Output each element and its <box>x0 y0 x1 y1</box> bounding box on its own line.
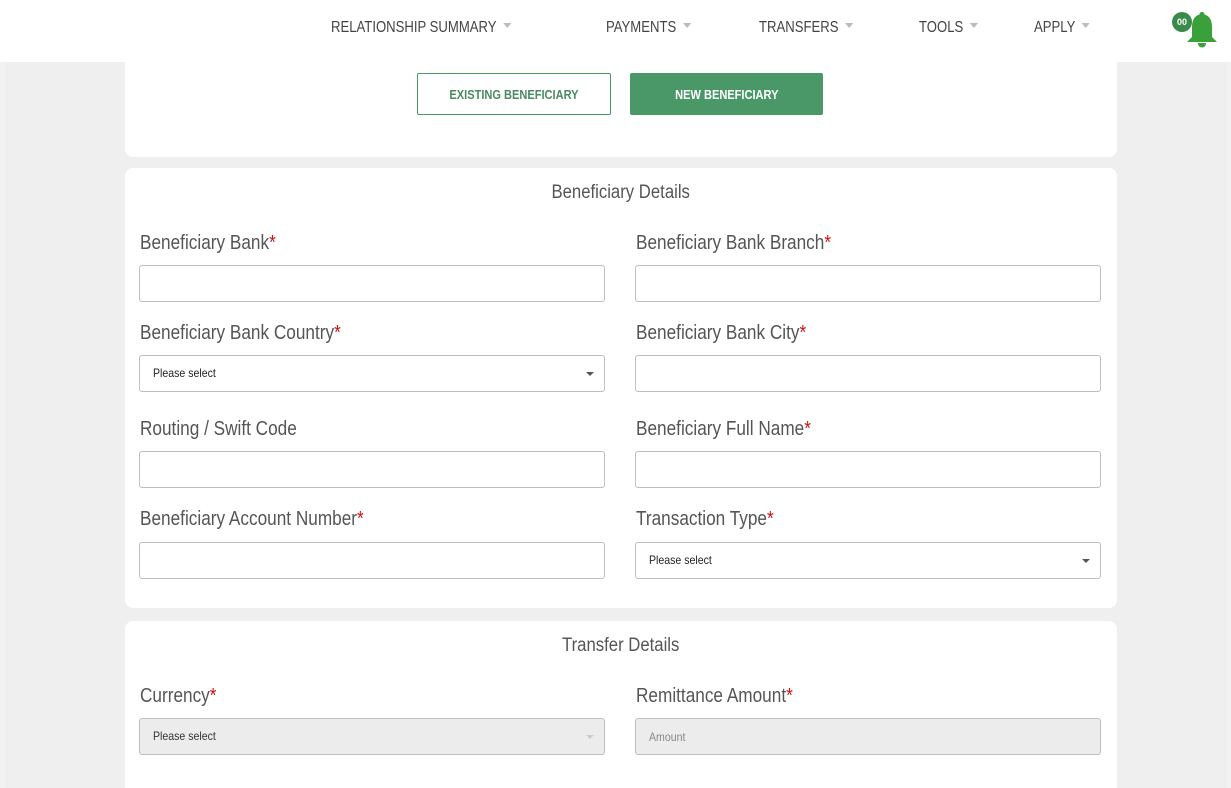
existing-beneficiary-label: EXISTING BENEFICIARY <box>449 86 579 102</box>
label-text: Beneficiary Bank Branch <box>636 232 825 254</box>
beneficiary-bank-branch-input[interactable] <box>635 265 1101 302</box>
chevron-down-icon <box>682 23 691 29</box>
top-navigation: RELATIONSHIP SUMMARY PAYMENTS TRANSFERS … <box>0 0 1231 62</box>
label-text: Remittance Amount <box>636 685 787 707</box>
select-value: Please select <box>153 729 216 743</box>
remittance-amount-input[interactable]: Amount <box>635 718 1101 755</box>
notification-count-badge: 00 <box>1172 12 1192 32</box>
beneficiary-bank-city-label: Beneficiary Bank City* <box>636 322 806 345</box>
nav-item-tools[interactable]: TOOLS <box>919 19 979 37</box>
required-mark: * <box>269 232 276 254</box>
beneficiary-bank-country-label: Beneficiary Bank Country* <box>140 322 341 345</box>
label-text: Beneficiary Account Number <box>140 508 358 530</box>
beneficiary-account-number-input[interactable] <box>139 542 605 579</box>
remittance-amount-label: Remittance Amount* <box>636 685 793 708</box>
nav-label: TRANSFERS <box>759 19 839 36</box>
required-mark: * <box>824 232 832 254</box>
currency-select[interactable]: Please select <box>139 718 605 755</box>
notifications[interactable]: 00 <box>1172 8 1222 48</box>
chevron-down-icon <box>969 23 979 29</box>
section-title-text: Transfer Details <box>562 635 680 656</box>
transfer-details-card: Transfer Details Currency* Please select… <box>125 621 1117 788</box>
required-mark: * <box>334 322 341 344</box>
required-mark: * <box>799 322 807 344</box>
label-text: Beneficiary Full Name <box>636 418 805 440</box>
existing-beneficiary-button[interactable]: EXISTING BENEFICIARY <box>417 73 611 115</box>
chevron-down-icon <box>1082 559 1090 563</box>
new-beneficiary-button[interactable]: NEW BENEFICIARY <box>630 73 823 115</box>
nav-label: RELATIONSHIP SUMMARY <box>331 19 497 36</box>
section-title: Beneficiary Details <box>125 182 1117 204</box>
chevron-down-icon <box>503 23 512 29</box>
label-text: Beneficiary Bank Country <box>140 322 335 344</box>
required-mark: * <box>209 685 217 707</box>
label-text: Beneficiary Bank City <box>636 322 800 344</box>
beneficiary-full-name-label: Beneficiary Full Name* <box>636 418 811 441</box>
beneficiary-details-card: Beneficiary Details Beneficiary Bank* Be… <box>125 168 1117 608</box>
routing-swift-code-label: Routing / Swift Code <box>140 418 297 441</box>
chevron-down-icon <box>1081 23 1091 29</box>
chevron-down-icon <box>586 735 594 739</box>
select-value: Please select <box>649 553 712 567</box>
label-text: Beneficiary Bank <box>140 232 270 254</box>
chevron-down-icon <box>586 372 594 376</box>
beneficiary-bank-label: Beneficiary Bank* <box>140 232 276 255</box>
beneficiary-bank-input[interactable] <box>139 265 605 302</box>
nav-label: APPLY <box>1034 19 1076 36</box>
nav-item-transfers[interactable]: TRANSFERS <box>759 19 854 37</box>
label-text: Routing / Swift Code <box>140 418 297 440</box>
required-mark: * <box>766 508 774 530</box>
beneficiary-account-number-label: Beneficiary Account Number* <box>140 508 364 531</box>
required-mark: * <box>786 685 793 707</box>
transaction-type-select[interactable]: Please select <box>635 542 1101 579</box>
beneficiary-bank-branch-label: Beneficiary Bank Branch* <box>636 232 831 255</box>
required-mark: * <box>357 508 364 530</box>
nav-item-relationship-summary[interactable]: RELATIONSHIP SUMMARY <box>331 19 512 37</box>
chevron-down-icon <box>845 23 854 29</box>
routing-swift-code-input[interactable] <box>139 451 605 488</box>
new-beneficiary-label: NEW BENEFICIARY <box>674 86 779 102</box>
transaction-type-label: Transaction Type* <box>636 508 774 531</box>
nav-item-apply[interactable]: APPLY <box>1034 19 1091 37</box>
nav-label: PAYMENTS <box>606 19 677 36</box>
label-text: Transaction Type <box>636 508 767 530</box>
currency-label: Currency* <box>140 685 216 708</box>
beneficiary-bank-city-input[interactable] <box>635 355 1101 392</box>
select-value: Please select <box>153 366 216 380</box>
required-mark: * <box>804 418 811 440</box>
beneficiary-full-name-input[interactable] <box>635 451 1101 488</box>
section-title-text: Beneficiary Details <box>551 182 691 203</box>
nav-item-payments[interactable]: PAYMENTS <box>606 19 691 37</box>
content-area: EXISTING BENEFICIARY NEW BENEFICIARY Ben… <box>6 62 1226 788</box>
amount-placeholder: Amount <box>649 730 686 744</box>
section-title: Transfer Details <box>125 635 1117 657</box>
label-text: Currency <box>140 685 210 707</box>
beneficiary-type-card: EXISTING BENEFICIARY NEW BENEFICIARY <box>125 62 1117 157</box>
nav-label: TOOLS <box>919 19 964 36</box>
beneficiary-bank-country-select[interactable]: Please select <box>139 355 605 392</box>
